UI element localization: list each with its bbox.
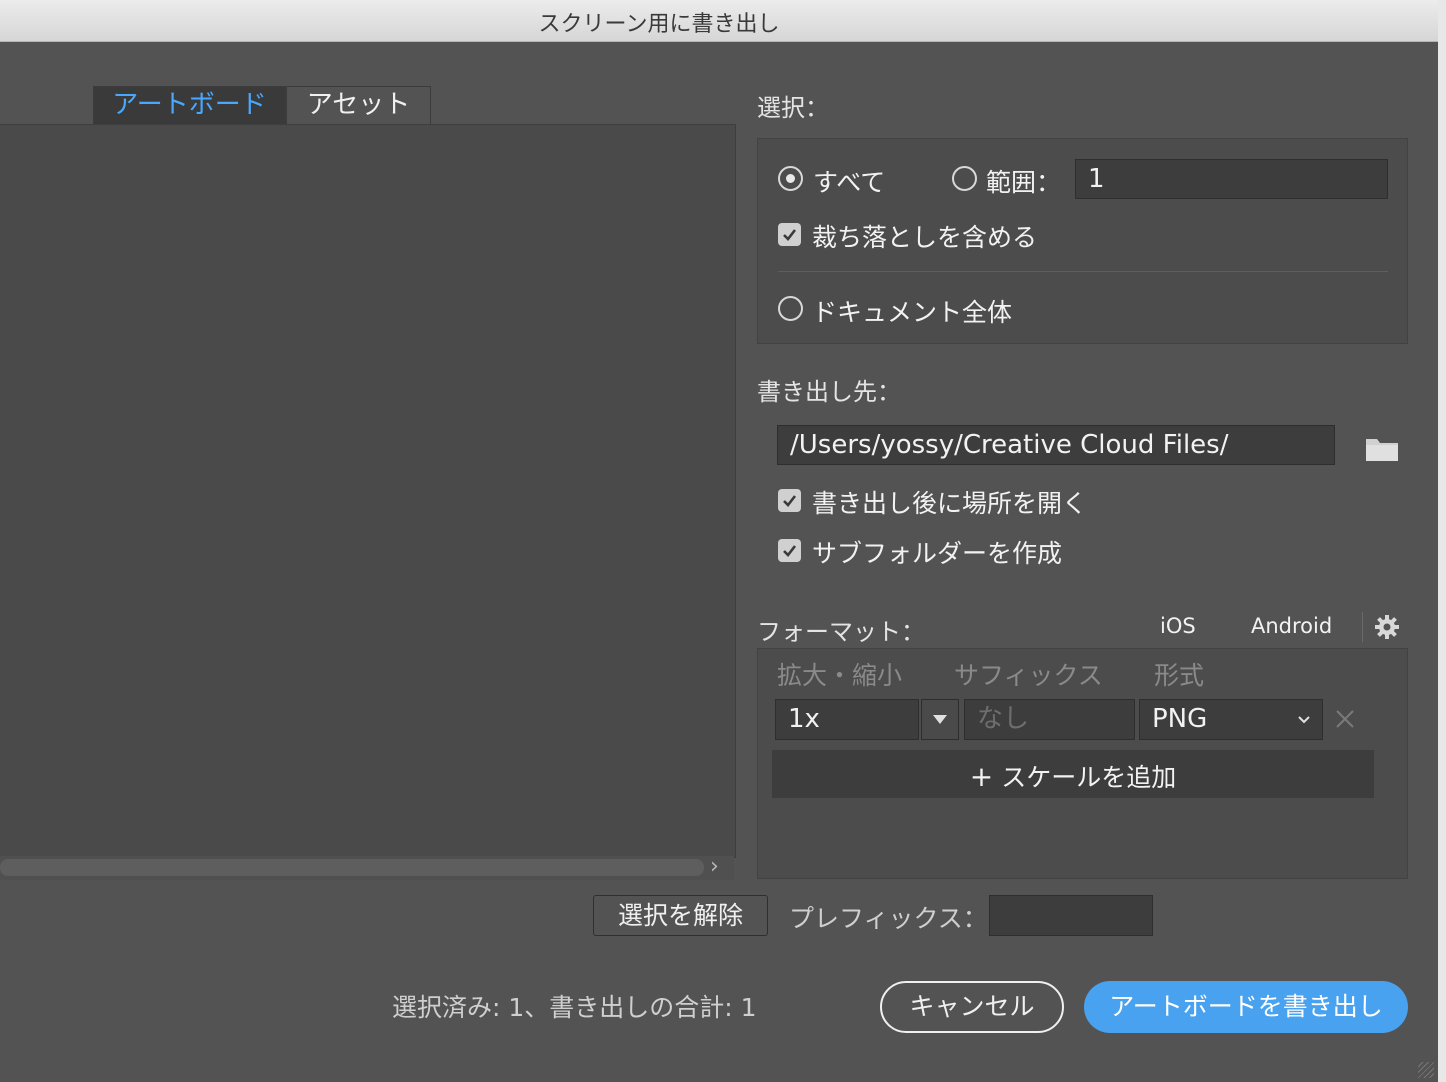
artboard-preview-panel xyxy=(0,124,736,858)
range-input[interactable]: 1 xyxy=(1075,159,1388,199)
formats-label: フォーマット： xyxy=(757,618,925,646)
horizontal-scrollbar[interactable]: › xyxy=(0,854,734,880)
format-select-value: PNG xyxy=(1152,704,1208,734)
selection-label: 選択： xyxy=(757,94,829,122)
radio-range[interactable] xyxy=(952,166,977,191)
window-titlebar: スクリーン用に書き出し xyxy=(0,0,1438,42)
preset-ios-button[interactable]: iOS xyxy=(1160,614,1196,638)
radio-all[interactable] xyxy=(778,166,803,191)
checkmark-icon xyxy=(783,495,797,507)
resize-grip[interactable] xyxy=(1418,1062,1434,1078)
radio-range-label: 範囲： xyxy=(986,168,1062,197)
create-subfolders-checkbox[interactable] xyxy=(778,539,801,562)
format-select[interactable]: PNG xyxy=(1139,699,1323,740)
close-icon[interactable] xyxy=(1334,708,1356,730)
include-bleed-label: 裁ち落としを含める xyxy=(812,223,1038,252)
window-edge xyxy=(1438,0,1446,1082)
dropdown-arrow-icon xyxy=(933,715,947,724)
chevron-down-icon xyxy=(1298,716,1310,724)
radio-all-label: すべて xyxy=(813,168,886,197)
open-after-export-checkbox[interactable] xyxy=(778,489,801,512)
gear-icon[interactable] xyxy=(1374,614,1400,640)
folder-icon[interactable] xyxy=(1365,436,1399,462)
scale-input[interactable]: 1x xyxy=(775,699,919,740)
plus-icon: + xyxy=(969,760,994,793)
deselect-button[interactable]: 選択を解除 xyxy=(593,895,768,936)
chevron-right-icon[interactable]: › xyxy=(710,854,719,879)
export-to-label: 書き出し先： xyxy=(757,378,901,406)
cancel-button[interactable]: キャンセル xyxy=(880,981,1064,1033)
open-after-export-label: 書き出し後に場所を開く xyxy=(812,489,1088,518)
preset-android-button[interactable]: Android xyxy=(1251,614,1332,638)
create-subfolders-label: サブフォルダーを作成 xyxy=(812,539,1063,568)
prefix-input[interactable] xyxy=(989,895,1153,936)
add-scale-button[interactable]: + スケールを追加 xyxy=(772,750,1374,798)
whole-document-label: ドキュメント全体 xyxy=(812,298,1013,327)
include-bleed-checkbox[interactable] xyxy=(778,223,801,246)
col-suffix-header: サフィックス xyxy=(954,661,1103,690)
col-scale-header: 拡大・縮小 xyxy=(777,661,903,690)
export-path-field[interactable]: /Users/yossy/Creative Cloud Files/ xyxy=(777,425,1335,465)
window-title: スクリーン用に書き出し xyxy=(538,12,780,37)
scrollbar-thumb[interactable] xyxy=(0,859,704,876)
tab-assets[interactable]: アセット xyxy=(286,86,431,124)
suffix-input[interactable]: なし xyxy=(964,699,1135,740)
radio-whole-document[interactable] xyxy=(778,296,803,321)
add-scale-label: スケールを追加 xyxy=(1001,763,1177,792)
export-status-text: 選択済み: 1、書き出しの合計: 1 xyxy=(392,993,757,1022)
checkmark-icon xyxy=(783,229,797,241)
scale-dropdown-button[interactable] xyxy=(921,699,959,740)
col-format-header: 形式 xyxy=(1154,661,1205,690)
preset-divider xyxy=(1362,612,1363,642)
tab-artboards[interactable]: アートボード xyxy=(93,86,286,124)
export-artboards-button[interactable]: アートボードを書き出し xyxy=(1084,981,1408,1033)
selection-divider xyxy=(778,271,1388,272)
checkmark-icon xyxy=(783,545,797,557)
prefix-label: プレフィックス： xyxy=(789,904,988,933)
